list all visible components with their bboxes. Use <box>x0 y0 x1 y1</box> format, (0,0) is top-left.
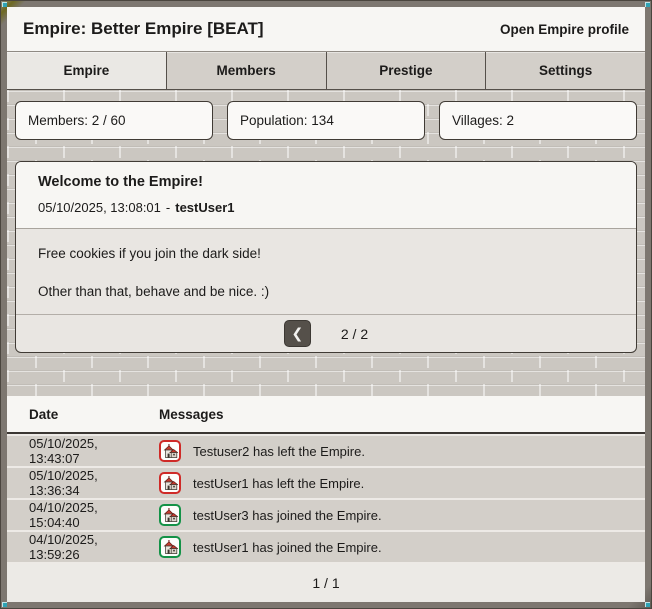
village-left-icon <box>159 472 181 494</box>
log-row-message-text: testUser1 has left the Empire. <box>193 475 365 491</box>
empire-window: Empire: Better Empire [BEAT] Open Empire… <box>0 0 652 609</box>
log-row-message-cell: testUser1 has left the Empire. <box>137 472 364 494</box>
announcement-line: Free cookies if you join the dark side! <box>38 246 261 261</box>
empire-tab-content: Members: 2 / 60 Population: 134 Villages… <box>7 90 645 602</box>
announcement-pagination: ❮ 2 / 2 <box>16 314 636 352</box>
log-row-message-cell: testUser1 has joined the Empire. <box>137 536 382 558</box>
tab-members[interactable]: Members <box>166 52 327 89</box>
announcement-timestamp: 05/10/2025, 13:08:01 <box>38 200 161 215</box>
announcement-page-indicator: 2 / 2 <box>340 325 369 342</box>
villages-box: Villages: 2 <box>439 101 637 140</box>
log-page-indicator: 1 / 1 <box>312 575 340 591</box>
log-row: 04/10/2025, 15:04:40 testUser3 has joine… <box>7 498 645 530</box>
log-row-message-text: Testuser2 has left the Empire. <box>193 443 365 459</box>
log-header-messages: Messages <box>159 406 224 422</box>
log-pagination: 1 / 1 <box>7 562 645 602</box>
chevron-left-icon: ❮ <box>291 325 304 341</box>
log-row-message-text: testUser1 has joined the Empire. <box>193 539 382 555</box>
tab-bar: Empire Members Prestige Settings <box>7 52 645 90</box>
log-row: 04/10/2025, 13:59:26 testUser1 has joine… <box>7 530 645 562</box>
tab-empire[interactable]: Empire <box>7 52 167 89</box>
window-title: Empire: Better Empire [BEAT] <box>23 19 264 38</box>
announcement-meta: 05/10/2025, 13:08:01- testUser1 <box>38 200 614 215</box>
open-empire-profile-link[interactable]: Open Empire profile <box>500 22 629 37</box>
population-box: Population: 134 <box>227 101 425 140</box>
village-left-icon <box>159 440 181 462</box>
log-row-date: 04/10/2025, 13:59:26 <box>29 532 98 562</box>
announcement-header: Welcome to the Empire! 05/10/2025, 13:08… <box>16 162 636 229</box>
members-count-box: Members: 2 / 60 <box>15 101 213 140</box>
announcement-author: testUser1 <box>175 200 235 215</box>
meta-separator: - <box>165 200 171 215</box>
log-row-message-cell: Testuser2 has left the Empire. <box>137 440 365 462</box>
window-body: Empire: Better Empire [BEAT] Open Empire… <box>7 7 645 602</box>
resize-handle-top-left <box>2 2 7 7</box>
village-joined-icon <box>159 536 181 558</box>
announcement-title: Welcome to the Empire! <box>38 174 203 190</box>
log-row-date: 04/10/2025, 15:04:40 <box>29 500 98 530</box>
log-row-date: 05/10/2025, 13:43:07 <box>29 436 98 466</box>
log-header-date: Date <box>29 406 59 422</box>
village-joined-icon <box>159 504 181 526</box>
stats-row: Members: 2 / 60 Population: 134 Villages… <box>15 101 637 140</box>
title-bar: Empire: Better Empire [BEAT] Open Empire… <box>7 7 645 52</box>
resize-handle-bottom-left <box>2 602 7 607</box>
tab-settings[interactable]: Settings <box>486 52 645 89</box>
announcement-panel: Welcome to the Empire! 05/10/2025, 13:08… <box>15 161 637 353</box>
resize-handle-bottom-right <box>645 602 650 607</box>
previous-page-button[interactable]: ❮ <box>283 320 311 347</box>
resize-handle-top-right <box>645 2 650 7</box>
log-header-row: Date Messages <box>7 396 645 434</box>
log-row-message-cell: testUser3 has joined the Empire. <box>137 504 382 526</box>
announcement-body: Free cookies if you join the dark side! … <box>16 229 636 314</box>
log-row-date: 05/10/2025, 13:36:34 <box>29 468 98 498</box>
log-row-message-text: testUser3 has joined the Empire. <box>193 507 382 523</box>
announcement-line: Other than that, behave and be nice. :) <box>38 284 270 299</box>
tab-prestige[interactable]: Prestige <box>326 52 487 89</box>
log-row: 05/10/2025, 13:43:07 Testuser2 has left … <box>7 434 645 466</box>
log-row: 05/10/2025, 13:36:34 testUser1 has left … <box>7 466 645 498</box>
event-log-table: Date Messages 05/10/2025, 13:43:07 Testu… <box>7 396 645 602</box>
